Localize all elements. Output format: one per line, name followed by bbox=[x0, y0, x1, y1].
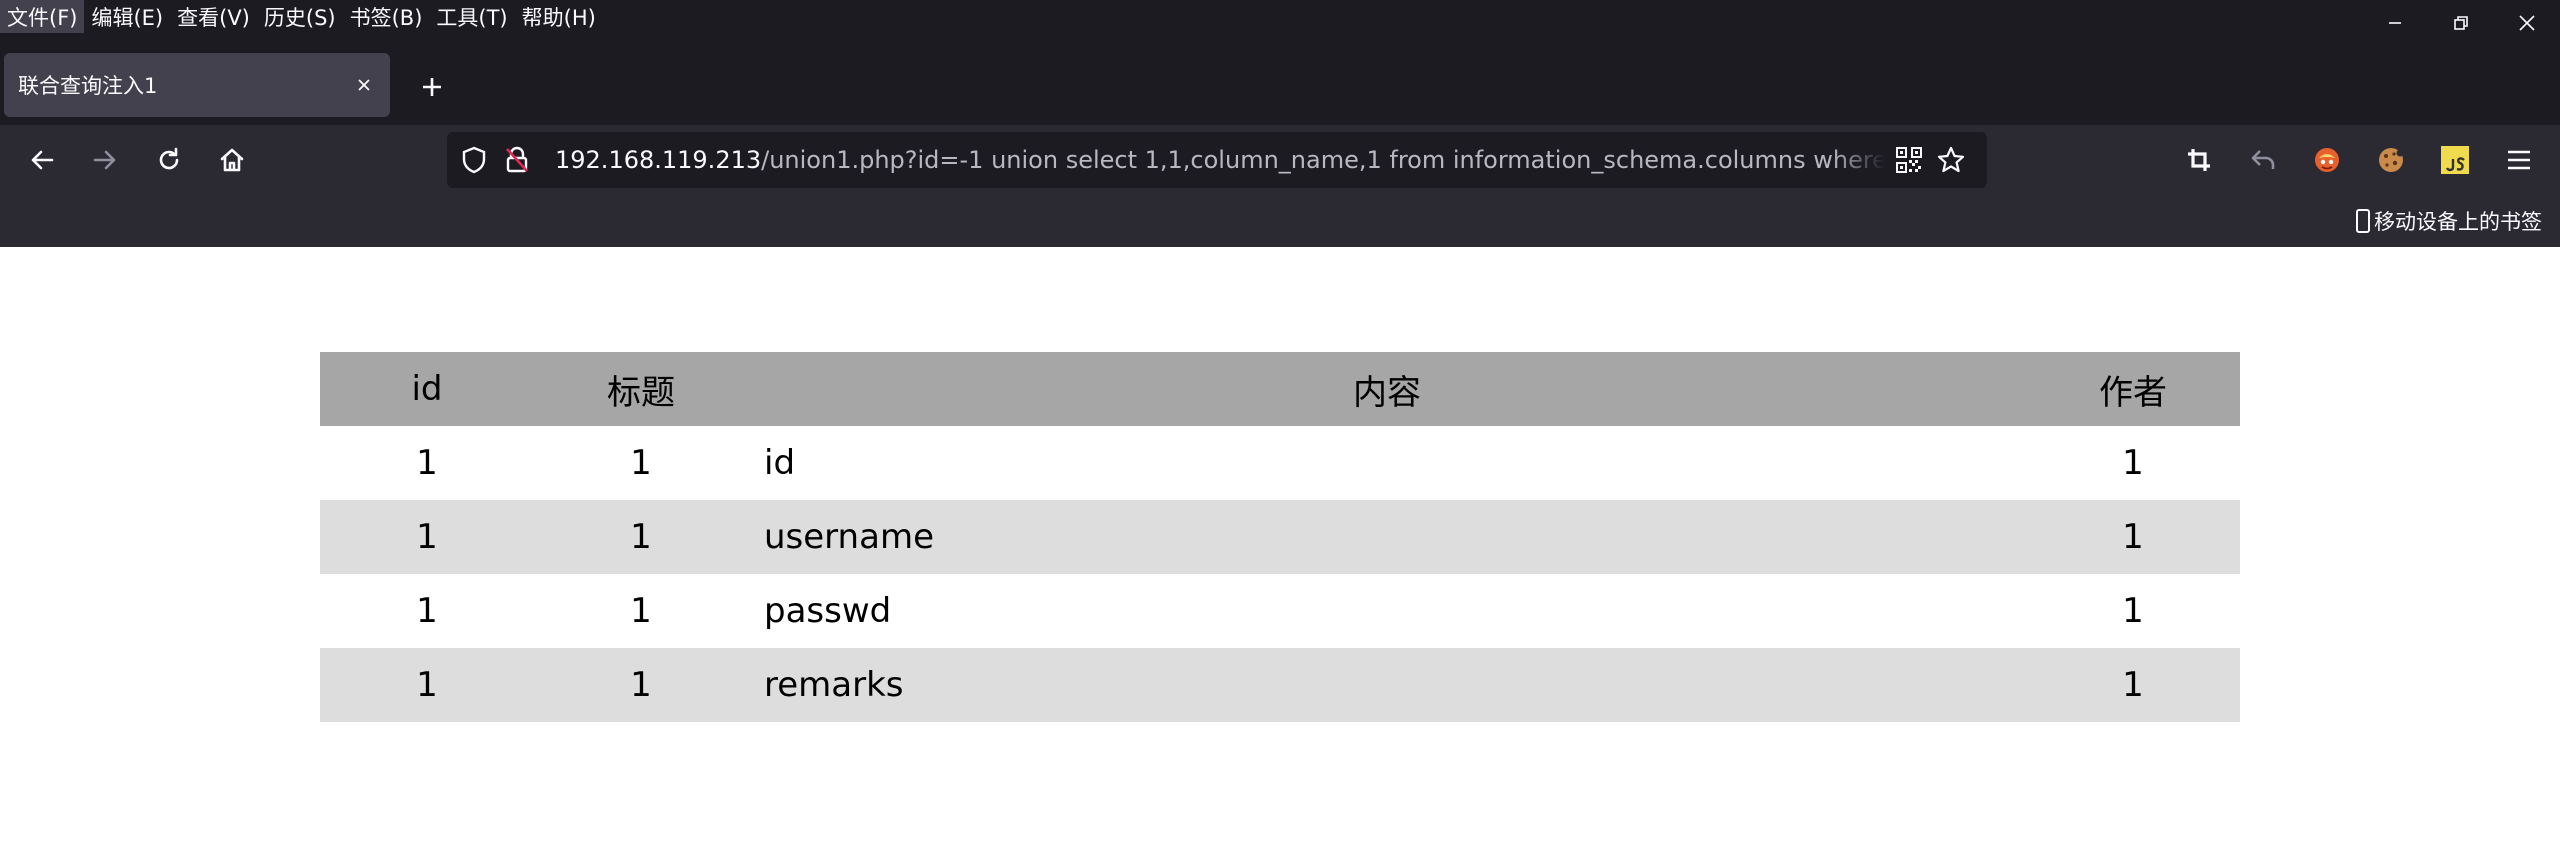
url-text[interactable]: 192.168.119.213/union1.php?id=-1 union s… bbox=[555, 132, 1885, 188]
menu-history[interactable]: 历史(S) bbox=[257, 0, 343, 33]
shield-icon[interactable] bbox=[459, 145, 489, 175]
back-arrow-icon[interactable] bbox=[19, 137, 65, 183]
hamburger-menu-icon[interactable] bbox=[2496, 137, 2542, 183]
javascript-extension-icon[interactable] bbox=[2432, 137, 2478, 183]
tab-active[interactable]: 联合查询注入1 bbox=[4, 53, 390, 117]
mobile-bookmarks-folder[interactable]: 移动设备上的书签 bbox=[2356, 195, 2542, 247]
results-table: id 标题 内容 作者 1 1 id 1 1 1 username 1 1 1 bbox=[320, 352, 2240, 722]
menu-tools[interactable]: 工具(T) bbox=[429, 0, 514, 33]
tab-strip: 联合查询注入1 bbox=[0, 33, 2560, 125]
menu-file[interactable]: 文件(F) bbox=[0, 0, 85, 33]
cell-author: 1 bbox=[2122, 665, 2144, 705]
table-header-row: id 标题 内容 作者 bbox=[320, 352, 2240, 426]
restore-icon[interactable] bbox=[2428, 0, 2494, 46]
header-title: 标题 bbox=[607, 372, 675, 413]
qr-code-icon[interactable] bbox=[1894, 145, 1924, 175]
bookmarks-toolbar: 移动设备上的书签 bbox=[0, 195, 2560, 247]
home-icon[interactable] bbox=[209, 137, 255, 183]
menu-help[interactable]: 帮助(H) bbox=[515, 0, 603, 33]
cell-id: 1 bbox=[416, 517, 438, 557]
header-author: 作者 bbox=[2099, 372, 2167, 413]
tab-title: 联合查询注入1 bbox=[18, 74, 158, 98]
close-window-icon[interactable] bbox=[2494, 0, 2560, 46]
cell-id: 1 bbox=[416, 665, 438, 705]
mobile-device-icon bbox=[2356, 209, 2370, 233]
table-row: 1 1 remarks 1 bbox=[320, 648, 2240, 722]
menu-view[interactable]: 查看(V) bbox=[170, 0, 257, 33]
cell-content: passwd bbox=[764, 591, 892, 631]
cell-title: 1 bbox=[630, 591, 652, 631]
minimize-icon[interactable] bbox=[2362, 0, 2428, 46]
reload-icon[interactable] bbox=[146, 137, 192, 183]
cell-id: 1 bbox=[416, 591, 438, 631]
url-bar[interactable]: 192.168.119.213/union1.php?id=-1 union s… bbox=[447, 132, 1987, 188]
insecure-lock-icon[interactable] bbox=[502, 145, 532, 175]
url-host: 192.168.119.213 bbox=[555, 146, 762, 174]
table-row: 1 1 username 1 bbox=[320, 500, 2240, 574]
window-controls bbox=[2362, 0, 2560, 46]
cell-author: 1 bbox=[2122, 591, 2144, 631]
menu-items: 文件(F) 编辑(E) 查看(V) 历史(S) 书签(B) 工具(T) 帮助(H… bbox=[0, 0, 603, 33]
mobile-bookmarks-label: 移动设备上的书签 bbox=[2374, 210, 2542, 234]
forward-arrow-icon[interactable] bbox=[82, 137, 128, 183]
cell-content: username bbox=[764, 517, 934, 557]
navigation-toolbar: 192.168.119.213/union1.php?id=-1 union s… bbox=[0, 125, 2560, 195]
cell-id: 1 bbox=[416, 443, 438, 483]
undo-arrow-icon[interactable] bbox=[2240, 137, 2286, 183]
cell-content: id bbox=[764, 443, 796, 483]
cookie-extension-icon[interactable] bbox=[2368, 137, 2414, 183]
header-content: 内容 bbox=[1353, 372, 1421, 413]
cell-title: 1 bbox=[630, 517, 652, 557]
cell-title: 1 bbox=[630, 665, 652, 705]
tab-close-icon[interactable] bbox=[352, 73, 376, 97]
url-path: /union1.php?id=-1 union select 1,1,colum… bbox=[761, 146, 1885, 174]
crop-screenshot-icon[interactable] bbox=[2176, 137, 2222, 183]
cell-title: 1 bbox=[630, 443, 652, 483]
hackbar-extension-icon[interactable] bbox=[2304, 137, 2350, 183]
menu-bookmarks[interactable]: 书签(B) bbox=[343, 0, 430, 33]
menu-bar: 文件(F) 编辑(E) 查看(V) 历史(S) 书签(B) 工具(T) 帮助(H… bbox=[0, 0, 2560, 33]
menu-edit[interactable]: 编辑(E) bbox=[84, 0, 170, 33]
header-id: id bbox=[411, 369, 443, 409]
new-tab-plus-icon[interactable] bbox=[412, 67, 452, 107]
bookmark-star-icon[interactable] bbox=[1936, 145, 1966, 175]
table-row: 1 1 id 1 bbox=[320, 426, 2240, 500]
table-row: 1 1 passwd 1 bbox=[320, 574, 2240, 648]
cell-content: remarks bbox=[764, 665, 904, 705]
cell-author: 1 bbox=[2122, 517, 2144, 557]
page-content: id 标题 内容 作者 1 1 id 1 1 1 username 1 1 1 bbox=[0, 247, 2560, 845]
cell-author: 1 bbox=[2122, 443, 2144, 483]
